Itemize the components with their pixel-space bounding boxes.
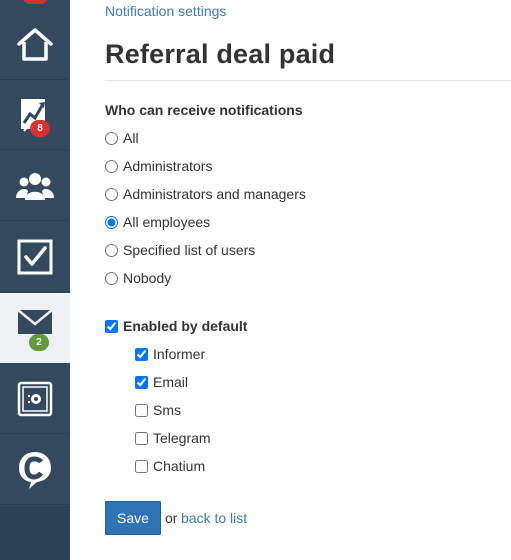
chat-bubble-c-icon [19,451,51,489]
save-button[interactable]: Save [105,501,161,535]
safe-vault-icon [17,381,53,416]
option-label: Administrators and managers [123,186,306,202]
channel-label: Informer [153,346,206,362]
informer-checkbox[interactable] [135,347,148,361]
channel-option-sms[interactable]: Sms [135,402,181,418]
channel-label: Chatium [153,458,206,474]
sidebar-footer [0,506,70,560]
sidebar-item-home[interactable] [0,10,70,80]
or-text: or [165,510,178,526]
notification-badge-partial [23,0,47,4]
channel-label: Telegram [153,430,211,446]
sidebar-nav: 8 2 [0,0,70,560]
users-group-icon [16,172,54,200]
radio-nobody[interactable] [105,271,118,285]
title-divider [105,80,511,81]
channel-option-email[interactable]: Email [135,374,188,390]
recipient-option-nobody[interactable]: Nobody [105,270,171,286]
page-title: Referral deal paid [105,39,336,69]
mail-badge: 2 [29,334,49,351]
sidebar-item-chatium[interactable] [0,435,70,505]
radio-all[interactable] [105,131,118,145]
mail-icon [17,309,53,334]
checkbox-task-icon [17,239,53,274]
channel-label: Email [153,374,189,390]
channel-option-informer[interactable]: Informer [135,346,205,362]
channel-label: Sms [153,402,181,418]
deals-badge: 8 [30,120,50,137]
recipient-option-administrators[interactable]: Administrators [105,158,212,174]
email-checkbox[interactable] [135,375,148,389]
enabled-by-default-checkbox[interactable] [105,319,118,333]
recipients-label: Who can receive notifications [105,102,303,118]
back-to-list-link[interactable]: back to list [181,510,247,526]
recipient-option-all-employees[interactable]: All employees [105,214,210,230]
recipient-option-admins-managers[interactable]: Administrators and managers [105,186,306,202]
sidebar-item-users[interactable] [0,151,70,221]
sms-checkbox[interactable] [135,403,148,417]
telegram-checkbox[interactable] [135,431,148,445]
radio-administrators[interactable] [105,159,118,173]
option-label: All [123,130,139,146]
sidebar-item-tasks[interactable] [0,222,70,292]
option-label: Administrators [123,158,213,174]
home-icon [17,27,53,61]
sidebar-item-deals[interactable]: 8 [0,80,70,150]
option-label: Nobody [123,270,172,286]
option-label: All employees [123,214,211,230]
radio-specified-list[interactable] [105,243,118,257]
sidebar-item-safe[interactable] [0,364,70,434]
enabled-by-default-option[interactable]: Enabled by default [105,318,247,334]
sidebar-item-mail[interactable]: 2 [0,293,70,363]
radio-all-employees[interactable] [105,215,118,229]
enabled-by-default-label: Enabled by default [123,318,248,334]
channel-option-chatium[interactable]: Chatium [135,458,205,474]
chatium-checkbox[interactable] [135,459,148,473]
channel-option-telegram[interactable]: Telegram [135,430,211,446]
option-label: Specified list of users [123,242,256,258]
recipient-option-all[interactable]: All [105,130,139,146]
radio-admins-managers[interactable] [105,187,118,201]
breadcrumb-link[interactable]: Notification settings [105,3,226,19]
recipient-option-specified-list[interactable]: Specified list of users [105,242,255,258]
